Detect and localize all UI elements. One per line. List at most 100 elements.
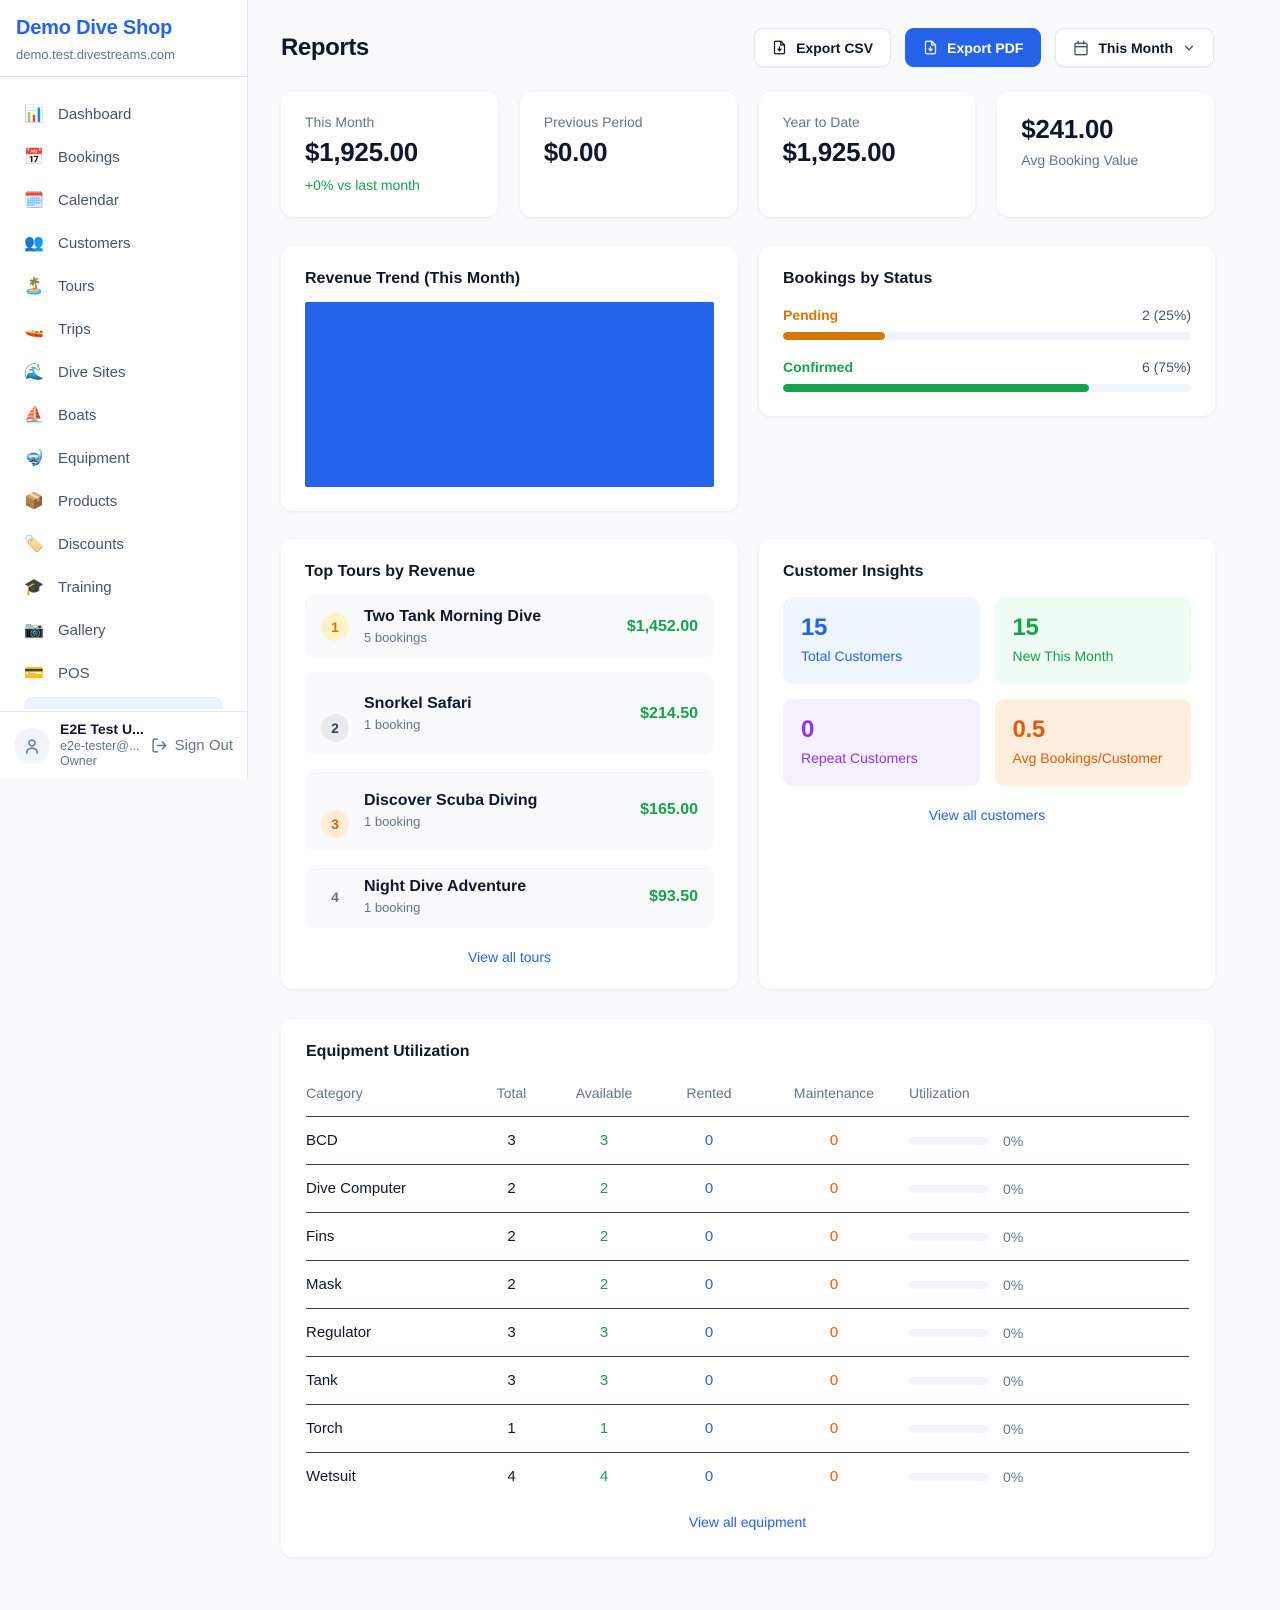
sidebar-item-calendar[interactable]: 🗓️Calendar	[12, 179, 235, 222]
top-tours-card: Top Tours by Revenue 1 Two Tank Morning …	[281, 539, 738, 989]
stat-label: Previous Period	[544, 114, 713, 130]
user-email: e2e-tester@...	[60, 739, 141, 755]
stat-cards: This Month $1,925.00 +0% vs last month P…	[281, 92, 1214, 217]
cell-utilization: 0%	[909, 1357, 1189, 1405]
sidebar-item-dashboard[interactable]: 📊Dashboard	[12, 93, 235, 136]
products-icon: 📦	[24, 494, 44, 510]
cell-utilization: 0%	[909, 1117, 1189, 1165]
cell-rented: 0	[659, 1213, 759, 1261]
tile-label: New This Month	[1013, 648, 1174, 664]
cell-category: Wetsuit	[306, 1453, 474, 1494]
tile-repeat-customers: 0 Repeat Customers	[783, 699, 980, 786]
shop-brand: Demo Dive Shop demo.test.divestreams.com	[0, 0, 247, 77]
rank-badge: 2	[321, 714, 349, 742]
sidebar-item-training[interactable]: 🎓Training	[12, 566, 235, 609]
sidebar-item-customers[interactable]: 👥 Customers	[12, 222, 235, 265]
cell-maintenance: 0	[759, 1357, 909, 1405]
customers-icon: 👥	[24, 236, 44, 252]
status-label: Pending	[783, 307, 838, 323]
export-pdf-label: Export PDF	[947, 40, 1023, 56]
sidebar-item-label: Training	[58, 579, 112, 596]
tile-label: Total Customers	[801, 648, 962, 664]
export-csv-label: Export CSV	[796, 40, 873, 56]
bookings-icon: 📅	[24, 150, 44, 166]
stat-avg-booking-value: $241.00 Avg Booking Value	[997, 92, 1214, 217]
tour-name: Discover Scuba Diving	[364, 792, 537, 810]
calendar-icon	[1073, 40, 1089, 56]
sidebar-item-label: Calendar	[58, 192, 119, 209]
boats-icon: ⛵	[24, 408, 44, 424]
sidebar-item-equipment[interactable]: 🤿Equipment	[12, 437, 235, 480]
sidebar-item-discounts[interactable]: 🏷️Discounts	[12, 523, 235, 566]
stat-value: $0.00	[544, 137, 713, 168]
sidebar-item-dive-sites[interactable]: 🌊Dive Sites	[12, 351, 235, 394]
tour-revenue: $214.50	[640, 705, 698, 723]
tour-bookings: 1 booking	[364, 900, 526, 915]
table-row: Torch11000%	[306, 1405, 1189, 1453]
user-role: Owner	[60, 754, 141, 770]
stat-label: Avg Booking Value	[1021, 152, 1190, 168]
utilization-percent: 0%	[1003, 1469, 1023, 1485]
sign-out-label: Sign Out	[175, 737, 233, 754]
cell-available: 2	[549, 1213, 659, 1261]
cell-maintenance: 0	[759, 1405, 909, 1453]
cell-rented: 0	[659, 1309, 759, 1357]
tour-name: Two Tank Morning Dive	[364, 608, 541, 626]
export-csv-button[interactable]: Export CSV	[754, 28, 891, 67]
file-download-icon	[772, 40, 787, 55]
utilization-bar	[909, 1233, 989, 1241]
view-all-customers-link[interactable]: View all customers	[929, 807, 1045, 823]
export-pdf-button[interactable]: Export PDF	[905, 28, 1041, 67]
cell-maintenance: 0	[759, 1453, 909, 1494]
status-label: Confirmed	[783, 359, 853, 375]
sidebar-item-gallery[interactable]: 📷Gallery	[12, 609, 235, 652]
cell-available: 3	[549, 1357, 659, 1405]
equipment-table: Category Total Available Rented Maintena…	[306, 1077, 1189, 1493]
shop-domain: demo.test.divestreams.com	[16, 47, 231, 62]
charts-row: Revenue Trend (This Month) Bookings by S…	[281, 246, 1214, 511]
stat-year-to-date: Year to Date $1,925.00	[759, 92, 976, 217]
table-row: BCD33000%	[306, 1117, 1189, 1165]
sidebar-item-reports-partial[interactable]	[24, 697, 223, 709]
sign-out-button[interactable]: Sign Out	[151, 737, 233, 754]
sidebar-item-products[interactable]: 📦 Products	[12, 480, 235, 523]
stat-delta: +0% vs last month	[305, 177, 474, 193]
cell-available: 2	[549, 1165, 659, 1213]
tile-value: 15	[1013, 614, 1174, 642]
cell-maintenance: 0	[759, 1309, 909, 1357]
utilization-percent: 0%	[1003, 1181, 1023, 1197]
cell-category: Torch	[306, 1405, 474, 1453]
cell-rented: 0	[659, 1453, 759, 1494]
cell-utilization: 0%	[909, 1261, 1189, 1309]
sidebar-item-bookings[interactable]: 📅Bookings	[12, 136, 235, 179]
sidebar-item-trips[interactable]: 🚤Trips	[12, 308, 235, 351]
sidebar-item-pos[interactable]: 💳POS	[12, 652, 235, 695]
status-row-pending: Pending 2 (25%)	[783, 307, 1191, 340]
cell-category: BCD	[306, 1117, 474, 1165]
view-all-tours-link[interactable]: View all tours	[468, 949, 551, 965]
cell-utilization: 0%	[909, 1405, 1189, 1453]
cell-total: 2	[474, 1213, 549, 1261]
revenue-trend-chart	[305, 302, 714, 487]
cell-available: 3	[549, 1309, 659, 1357]
dive-sites-icon: 🌊	[24, 365, 44, 381]
sidebar-item-boats[interactable]: ⛵ Boats	[12, 394, 235, 437]
table-row: Wetsuit44000%	[306, 1453, 1189, 1494]
cell-utilization: 0%	[909, 1309, 1189, 1357]
tile-new-this-month: 15 New This Month	[995, 597, 1192, 684]
stat-value: $241.00	[1021, 114, 1190, 145]
utilization-percent: 0%	[1003, 1421, 1023, 1437]
col-maintenance: Maintenance	[759, 1077, 909, 1117]
sidebar-item-tours[interactable]: 🏝️Tours	[12, 265, 235, 308]
view-all-equipment-link[interactable]: View all equipment	[689, 1514, 806, 1530]
table-header-row: Category Total Available Rented Maintena…	[306, 1077, 1189, 1117]
period-select[interactable]: This Month	[1055, 28, 1214, 67]
tile-total-customers: 15 Total Customers	[783, 597, 980, 684]
sidebar-item-label: Products	[58, 493, 117, 510]
status-bar-track	[783, 332, 1191, 340]
tour-name: Night Dive Adventure	[364, 878, 526, 896]
sidebar-item-label: Boats	[58, 407, 96, 424]
table-row: Fins22000%	[306, 1213, 1189, 1261]
utilization-percent: 0%	[1003, 1229, 1023, 1245]
sidebar-item-label: Customers	[58, 235, 131, 252]
